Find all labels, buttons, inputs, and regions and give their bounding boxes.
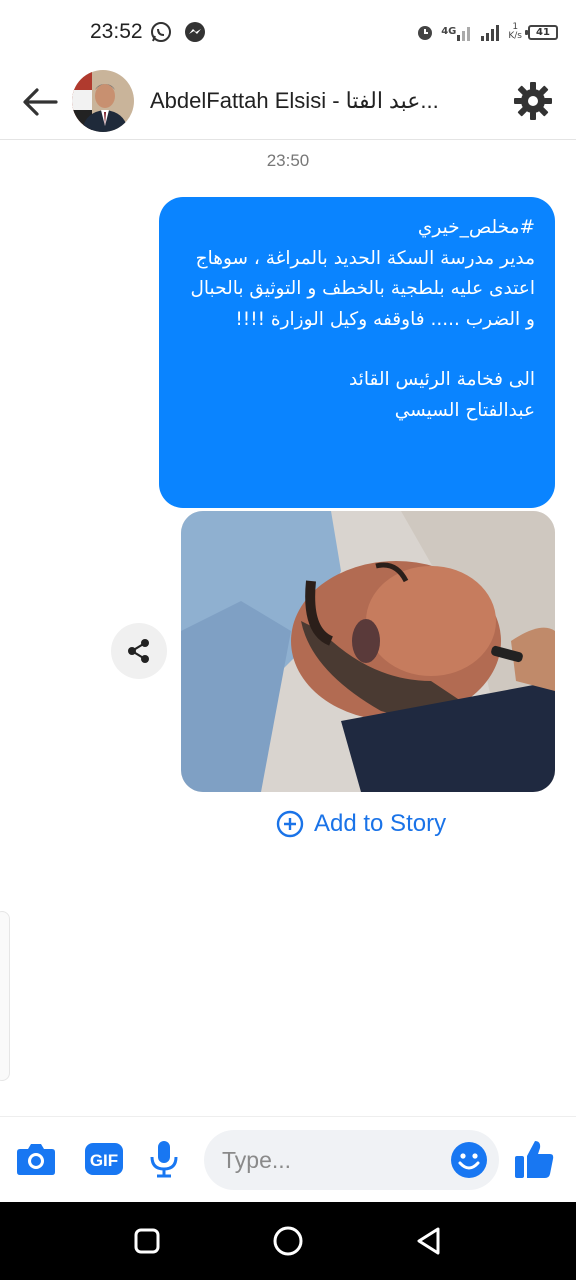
message-timestamp: 23:50 xyxy=(266,151,310,170)
like-button[interactable] xyxy=(512,1137,556,1181)
recents-button[interactable] xyxy=(128,1222,166,1260)
camera-icon xyxy=(17,1144,55,1175)
gear-icon xyxy=(514,82,552,120)
alarm-icon xyxy=(415,22,435,42)
status-bar: 23:52 4G 1 K/s 41 xyxy=(0,0,576,62)
recents-icon xyxy=(134,1228,160,1254)
whatsapp-icon xyxy=(150,21,172,43)
settings-button[interactable] xyxy=(512,80,554,122)
voice-button[interactable] xyxy=(142,1137,186,1181)
side-panel-handle[interactable] xyxy=(0,911,10,1081)
contact-avatar[interactable] xyxy=(72,70,134,132)
camera-button[interactable] xyxy=(14,1137,58,1181)
message-closing: الى فخامة الرئيس القائد عبدالفتاح السيسي xyxy=(348,369,535,421)
sent-message-bubble[interactable]: #مخلص_خيري مدير مدرسة السكة الحديد بالمر… xyxy=(159,197,555,508)
gif-icon: GIF xyxy=(85,1143,123,1175)
message-input-container[interactable] xyxy=(204,1130,499,1190)
svg-text:GIF: GIF xyxy=(90,1151,118,1170)
back-button[interactable] xyxy=(20,82,60,122)
add-to-story-label: Add to Story xyxy=(314,810,447,837)
messenger-icon xyxy=(184,21,206,43)
thumbs-up-icon xyxy=(515,1141,554,1178)
add-to-story-button[interactable]: Add to Story xyxy=(276,807,446,841)
message-composer: GIF xyxy=(0,1116,576,1202)
sent-photo[interactable] xyxy=(181,511,555,792)
microphone-icon xyxy=(150,1141,178,1178)
message-thread[interactable]: 23:50 #مخلص_خيري مدير مدرسة السكة الحديد… xyxy=(0,141,576,1116)
home-icon xyxy=(273,1226,303,1256)
home-button[interactable] xyxy=(269,1222,307,1260)
emoji-button[interactable] xyxy=(449,1140,489,1180)
signal-bars-icon xyxy=(480,23,502,41)
arrow-left-icon xyxy=(23,88,58,116)
signal-4g-icon: 4G xyxy=(441,23,474,41)
emoji-icon xyxy=(451,1142,487,1178)
status-time: 23:52 xyxy=(90,20,143,43)
add-circle-icon xyxy=(276,810,304,838)
share-button[interactable] xyxy=(111,623,167,679)
system-navigation-bar xyxy=(0,1202,576,1280)
network-type: 4G xyxy=(441,26,457,37)
share-icon xyxy=(128,639,149,663)
network-speed: 1 K/s xyxy=(508,22,522,41)
chat-header: AbdelFattah Elsisi - عبد الفتا... xyxy=(0,62,576,140)
battery-indicator: 41 xyxy=(525,24,558,40)
contact-name[interactable]: AbdelFattah Elsisi - عبد الفتا... xyxy=(150,88,490,114)
message-body: مدير مدرسة السكة الحديد بالمراغة ، سوهاج… xyxy=(190,247,535,330)
message-input[interactable] xyxy=(222,1142,442,1178)
message-hashtag: #مخلص_خيري xyxy=(417,217,535,238)
gif-button[interactable]: GIF xyxy=(82,1137,126,1181)
back-nav-button[interactable] xyxy=(410,1222,448,1260)
back-triangle-icon xyxy=(417,1227,440,1255)
